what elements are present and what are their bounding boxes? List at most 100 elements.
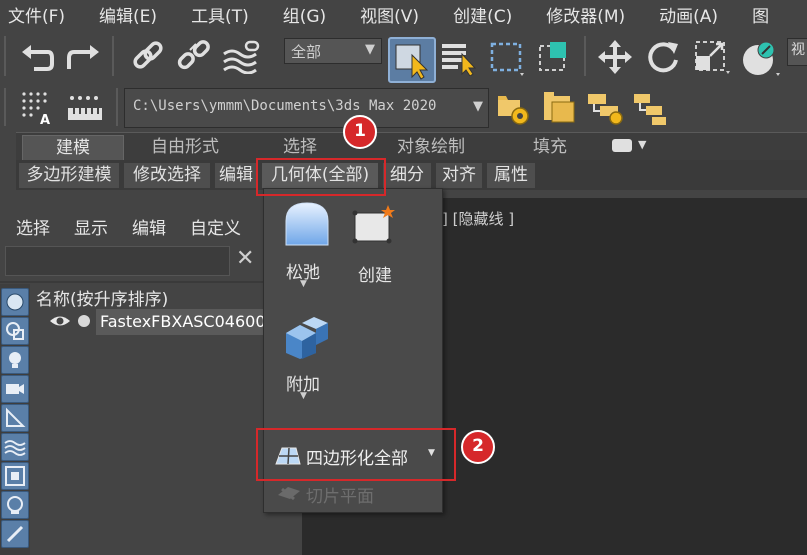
relax-icon[interactable] (284, 201, 330, 247)
toolbar-grip[interactable] (4, 36, 6, 76)
filter-groups-icon[interactable] (1, 462, 29, 490)
measure-icon[interactable] (66, 92, 106, 124)
visibility-eye-icon[interactable] (48, 312, 72, 330)
menu-modifiers[interactable]: 修改器(M) (538, 2, 625, 27)
viewport-shading-label[interactable]: ] [隐藏线 ] (442, 208, 514, 229)
menu-tools[interactable]: 工具(T) (183, 2, 249, 27)
chevron-down-icon[interactable]: ▼ (300, 391, 307, 401)
create-icon[interactable] (352, 205, 396, 245)
slice-plane-label: 切片平面 (306, 487, 374, 507)
placement-icon[interactable] (740, 38, 782, 78)
selection-filter-value: 全部 (291, 43, 322, 61)
scene-object-item[interactable]: FastexFBXASC04600 (96, 309, 270, 335)
tab-freeform[interactable]: 自由形式 (126, 135, 244, 159)
select-object-button[interactable] (388, 37, 436, 83)
clear-search-icon[interactable]: ✕ (236, 246, 254, 271)
toolbar-separator (112, 36, 114, 76)
filter-cameras-icon[interactable] (1, 375, 29, 403)
svg-text:A: A (40, 113, 50, 126)
attach-icon[interactable] (282, 313, 330, 359)
menu-group[interactable]: 组(G) (275, 2, 326, 27)
filter-bones-icon[interactable] (1, 520, 29, 548)
snap-grid-icon[interactable]: A (20, 90, 56, 126)
link-icon[interactable] (130, 40, 166, 74)
toolbar-separator (116, 88, 118, 126)
selection-filter-dropdown[interactable]: 全部 ▼ (284, 38, 382, 64)
bone-glyph (6, 525, 24, 543)
group-subdivision[interactable]: 细分 (383, 163, 431, 188)
explorer-column-header[interactable]: 名称(按升序排序) (36, 285, 168, 310)
tab-modeling[interactable]: 建模 (22, 135, 124, 161)
create-label[interactable]: 创建 (358, 261, 392, 286)
slice-plane-icon (278, 487, 300, 501)
group-edit[interactable]: 编辑 (215, 163, 257, 188)
menu-edit[interactable]: 编辑(E) (91, 2, 157, 27)
undo-icon[interactable] (20, 42, 54, 72)
project-settings-icon[interactable] (494, 88, 534, 128)
group-properties[interactable]: 属性 (487, 163, 535, 188)
step-badge-1: 1 (343, 115, 377, 149)
group-glyph (5, 466, 25, 486)
select-by-name-icon[interactable] (440, 40, 480, 76)
menu-animation[interactable]: 动画(A) (651, 2, 718, 27)
select-cursor-icon (395, 44, 429, 80)
rotate-icon[interactable] (644, 38, 682, 76)
menu-file[interactable]: 文件(F) (0, 2, 65, 27)
filter-helpers-icon[interactable] (1, 404, 29, 432)
freeze-dot-icon[interactable] (78, 315, 90, 327)
ruler-triangle-glyph (6, 407, 26, 427)
menu-view[interactable]: 视图(V) (352, 2, 419, 27)
redo-icon[interactable] (66, 42, 100, 72)
tab-populate[interactable]: 填充 (508, 135, 592, 159)
chevron-down-icon[interactable]: ▼ (300, 279, 307, 289)
ribbon-panel-bar: 多边形建模 修改选择 编辑 几何体(全部) 细分 对齐 属性 (16, 160, 807, 190)
explorer-menu-edit[interactable]: 编辑 (132, 214, 166, 239)
explorer-menu-customize[interactable]: 自定义 (190, 214, 241, 239)
toolbar-separator (584, 36, 586, 76)
explorer-divider (0, 281, 302, 283)
explorer-search-input[interactable] (5, 246, 230, 276)
ribbon-tab-bar: 建模 自由形式 选择 对象绘制 填充 ▼ (16, 132, 807, 161)
project-path-dropdown[interactable]: C:\Users\ymmm\Documents\3ds Max 2020 ▼ (124, 88, 489, 128)
menu-graph[interactable]: 图 (744, 2, 769, 27)
filter-xref-icon[interactable] (1, 491, 29, 519)
filter-shapes-icon[interactable] (1, 317, 29, 345)
project-structure-icon[interactable] (586, 88, 626, 128)
filter-spacewarps-icon[interactable] (1, 433, 29, 461)
window-crossing-icon[interactable] (536, 38, 574, 76)
toolbar-grip[interactable] (4, 88, 6, 126)
step-badge-2: 2 (461, 430, 495, 464)
highlight-box-quadrify (256, 428, 456, 481)
sphere-glyph (6, 293, 24, 311)
menu-create[interactable]: 创建(C) (445, 2, 512, 27)
bulb-glyph (9, 352, 21, 368)
unlink-icon[interactable] (176, 40, 212, 74)
group-polygon-modeling[interactable]: 多边形建模 (19, 163, 119, 188)
view-dropdown-partial[interactable]: 视 (787, 38, 807, 66)
shapes-glyph (6, 322, 24, 340)
bind-spacewarp-icon[interactable] (222, 40, 262, 74)
main-toolbar: 全部 ▼ 视 (0, 30, 807, 83)
group-modify-selection[interactable]: 修改选择 (124, 163, 210, 188)
explorer-filter-column (0, 284, 30, 555)
tab-object-paint[interactable]: 对象绘制 (376, 135, 486, 159)
project-tree-icon[interactable] (632, 88, 672, 128)
view-dropdown-label: 视 (791, 42, 805, 58)
menu-bar: 文件(F) 编辑(E) 工具(T) 组(G) 视图(V) 创建(C) 修改器(M… (0, 0, 807, 28)
chevron-down-icon: ▼ (473, 99, 483, 114)
filter-lights-icon[interactable] (1, 346, 29, 374)
group-align[interactable]: 对齐 (436, 163, 482, 188)
rectangular-selection-icon[interactable] (488, 40, 526, 76)
explorer-menu-select[interactable]: 选择 (16, 214, 50, 239)
waves-glyph (4, 440, 26, 456)
filter-geometry-icon[interactable] (1, 288, 29, 316)
chevron-down-icon[interactable]: ▼ (638, 138, 646, 151)
xref-glyph (7, 496, 23, 514)
scale-icon[interactable] (692, 38, 732, 76)
explorer-menu-display[interactable]: 显示 (74, 214, 108, 239)
project-path-text: C:\Users\ymmm\Documents\3ds Max 2020 (133, 98, 437, 114)
tab-selection[interactable]: 选择 (254, 135, 346, 159)
move-icon[interactable] (596, 38, 634, 76)
set-project-folder-icon[interactable] (540, 88, 580, 128)
ribbon-options-icon[interactable] (612, 139, 632, 152)
